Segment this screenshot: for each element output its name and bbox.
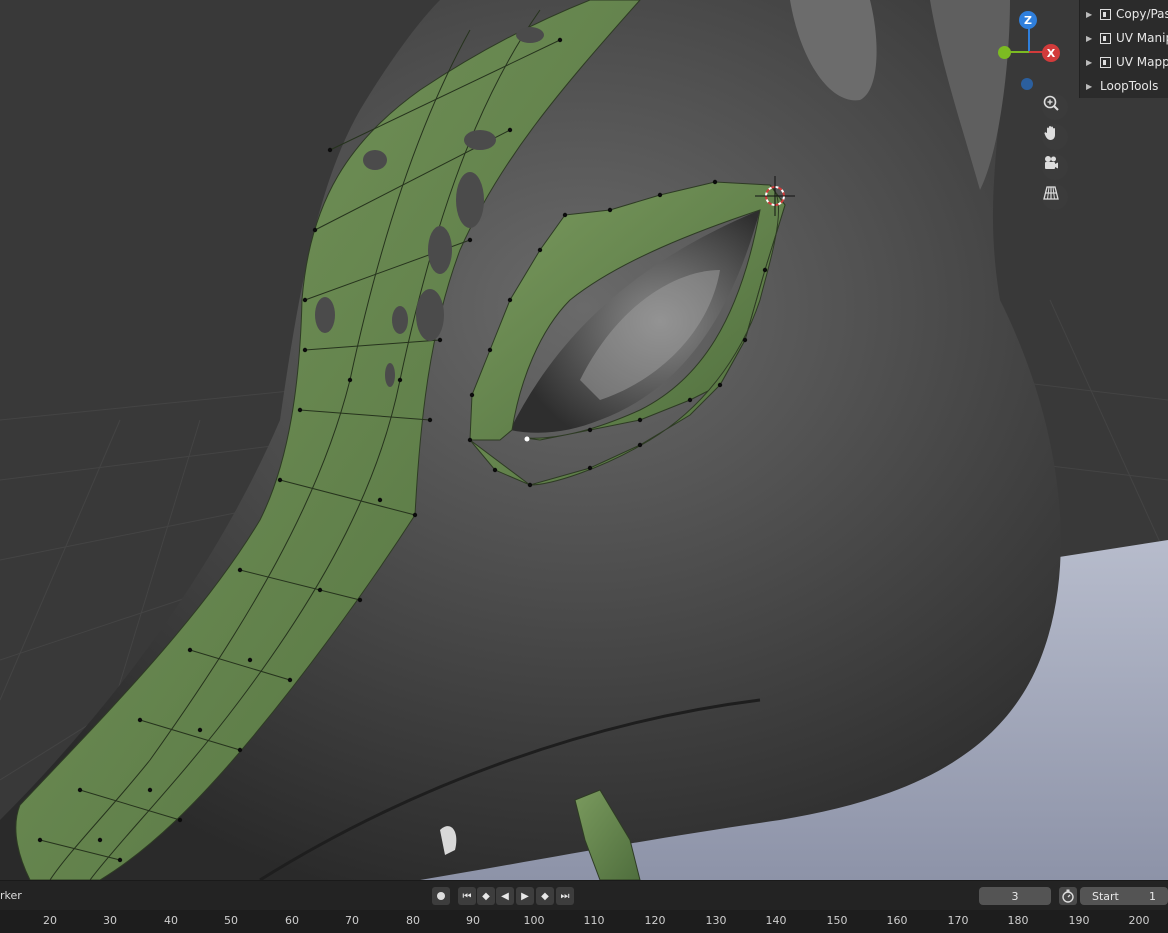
record-button[interactable] [432, 887, 450, 905]
addon-item-copy-paste[interactable]: ▶ Copy/Paste [1080, 3, 1168, 25]
playback-timer-button[interactable] [1059, 887, 1077, 905]
ruler-tick: 120 [644, 914, 666, 927]
current-frame-field[interactable]: 3 [979, 887, 1051, 905]
ruler-tick: 80 [406, 914, 420, 927]
gizmo-z-axis[interactable]: Z [1019, 11, 1037, 29]
stopwatch-icon [1062, 889, 1074, 903]
addon-label: Copy/Paste [1116, 7, 1168, 21]
navigation-gizmo[interactable]: Z X [998, 8, 1066, 94]
pan-button[interactable] [1042, 124, 1068, 150]
expand-triangle-icon[interactable]: ▶ [1086, 34, 1096, 43]
zoom-button[interactable] [1042, 94, 1068, 120]
addon-label: UV Mapping [1116, 55, 1168, 69]
current-frame-value: 3 [1011, 889, 1019, 903]
ruler-tick: 20 [43, 914, 57, 927]
ruler-tick: 110 [583, 914, 605, 927]
gizmo-x-axis[interactable]: X [1042, 44, 1060, 62]
timeline-ruler[interactable]: 20 30 40 50 60 70 80 90 100 110 120 130 … [0, 910, 1168, 933]
expand-triangle-icon[interactable]: ▶ [1086, 58, 1096, 67]
start-label: Start [1092, 889, 1119, 903]
ruler-tick: 200 [1128, 914, 1150, 927]
plugin-icon [1100, 56, 1111, 68]
keyframe-prev-icon: ◆ [482, 890, 490, 902]
play-button[interactable]: ▶ [516, 887, 534, 905]
ruler-tick: 70 [345, 914, 359, 927]
gizmo-y-axis[interactable] [998, 46, 1011, 59]
ruler-tick: 90 [466, 914, 480, 927]
viewport-scene [0, 0, 1168, 880]
play-reverse-button[interactable]: ◀ [496, 887, 514, 905]
ruler-tick: 150 [826, 914, 848, 927]
jump-end-icon: ⏭ [560, 890, 570, 902]
ruler-tick: 160 [886, 914, 908, 927]
next-keyframe-button[interactable]: ◆ [536, 887, 554, 905]
jump-start-button[interactable]: ⏮ [458, 887, 476, 905]
active-vertex [524, 436, 530, 442]
sidebar-addons-panel: ▶ Copy/Paste ▶ UV Manipulation ▶ UV Mapp… [1079, 0, 1168, 98]
blender-window: Z X ▶ Copy/Paste ▶ UV Manipulation [0, 0, 1168, 933]
addon-item-looptools[interactable]: ▶ LoopTools [1080, 75, 1158, 97]
addon-label: LoopTools [1100, 79, 1159, 93]
record-icon [437, 892, 445, 900]
marker-menu[interactable]: rker [0, 889, 22, 902]
gizmo-x-label: X [1046, 46, 1056, 60]
gizmo-z-label: Z [1024, 13, 1032, 27]
jump-end-button[interactable]: ⏭ [556, 887, 574, 905]
addon-label: UV Manipulation [1116, 31, 1168, 45]
grid-perspective-icon [1043, 186, 1059, 200]
ruler-tick: 100 [523, 914, 545, 927]
ruler-tick: 30 [103, 914, 117, 927]
ruler-tick: 40 [164, 914, 178, 927]
prev-keyframe-button[interactable]: ◆ [477, 887, 495, 905]
ruler-tick: 190 [1068, 914, 1090, 927]
plugin-icon [1100, 8, 1111, 20]
play-reverse-icon: ◀ [501, 890, 509, 902]
start-frame-field[interactable]: Start 1 [1080, 887, 1168, 905]
keyframe-next-icon: ◆ [541, 890, 549, 902]
ruler-tick: 180 [1007, 914, 1029, 927]
timeline-header: rker ⏮ ◆ ◀ ▶ ◆ ⏭ 3 Start 1 [0, 880, 1168, 911]
play-icon: ▶ [521, 890, 529, 902]
expand-triangle-icon[interactable]: ▶ [1086, 10, 1096, 19]
zoom-icon [1043, 95, 1059, 111]
ruler-tick: 50 [224, 914, 238, 927]
3d-viewport[interactable]: Z X [0, 0, 1168, 880]
addon-item-uv-mapping[interactable]: ▶ UV Mapping [1080, 51, 1168, 73]
expand-triangle-icon[interactable]: ▶ [1086, 82, 1096, 91]
hand-pan-icon [1044, 126, 1055, 140]
jump-start-icon: ⏮ [462, 890, 472, 902]
start-value: 1 [1149, 889, 1156, 903]
camera-icon [1045, 156, 1058, 169]
ruler-tick: 170 [947, 914, 969, 927]
perspective-toggle-button[interactable] [1042, 184, 1068, 210]
ruler-tick: 130 [705, 914, 727, 927]
addon-item-uv-manipulation[interactable]: ▶ UV Manipulation [1080, 27, 1168, 49]
camera-view-button[interactable] [1042, 154, 1068, 180]
ruler-tick: 140 [765, 914, 787, 927]
plugin-icon [1100, 32, 1111, 44]
ruler-tick: 60 [285, 914, 299, 927]
